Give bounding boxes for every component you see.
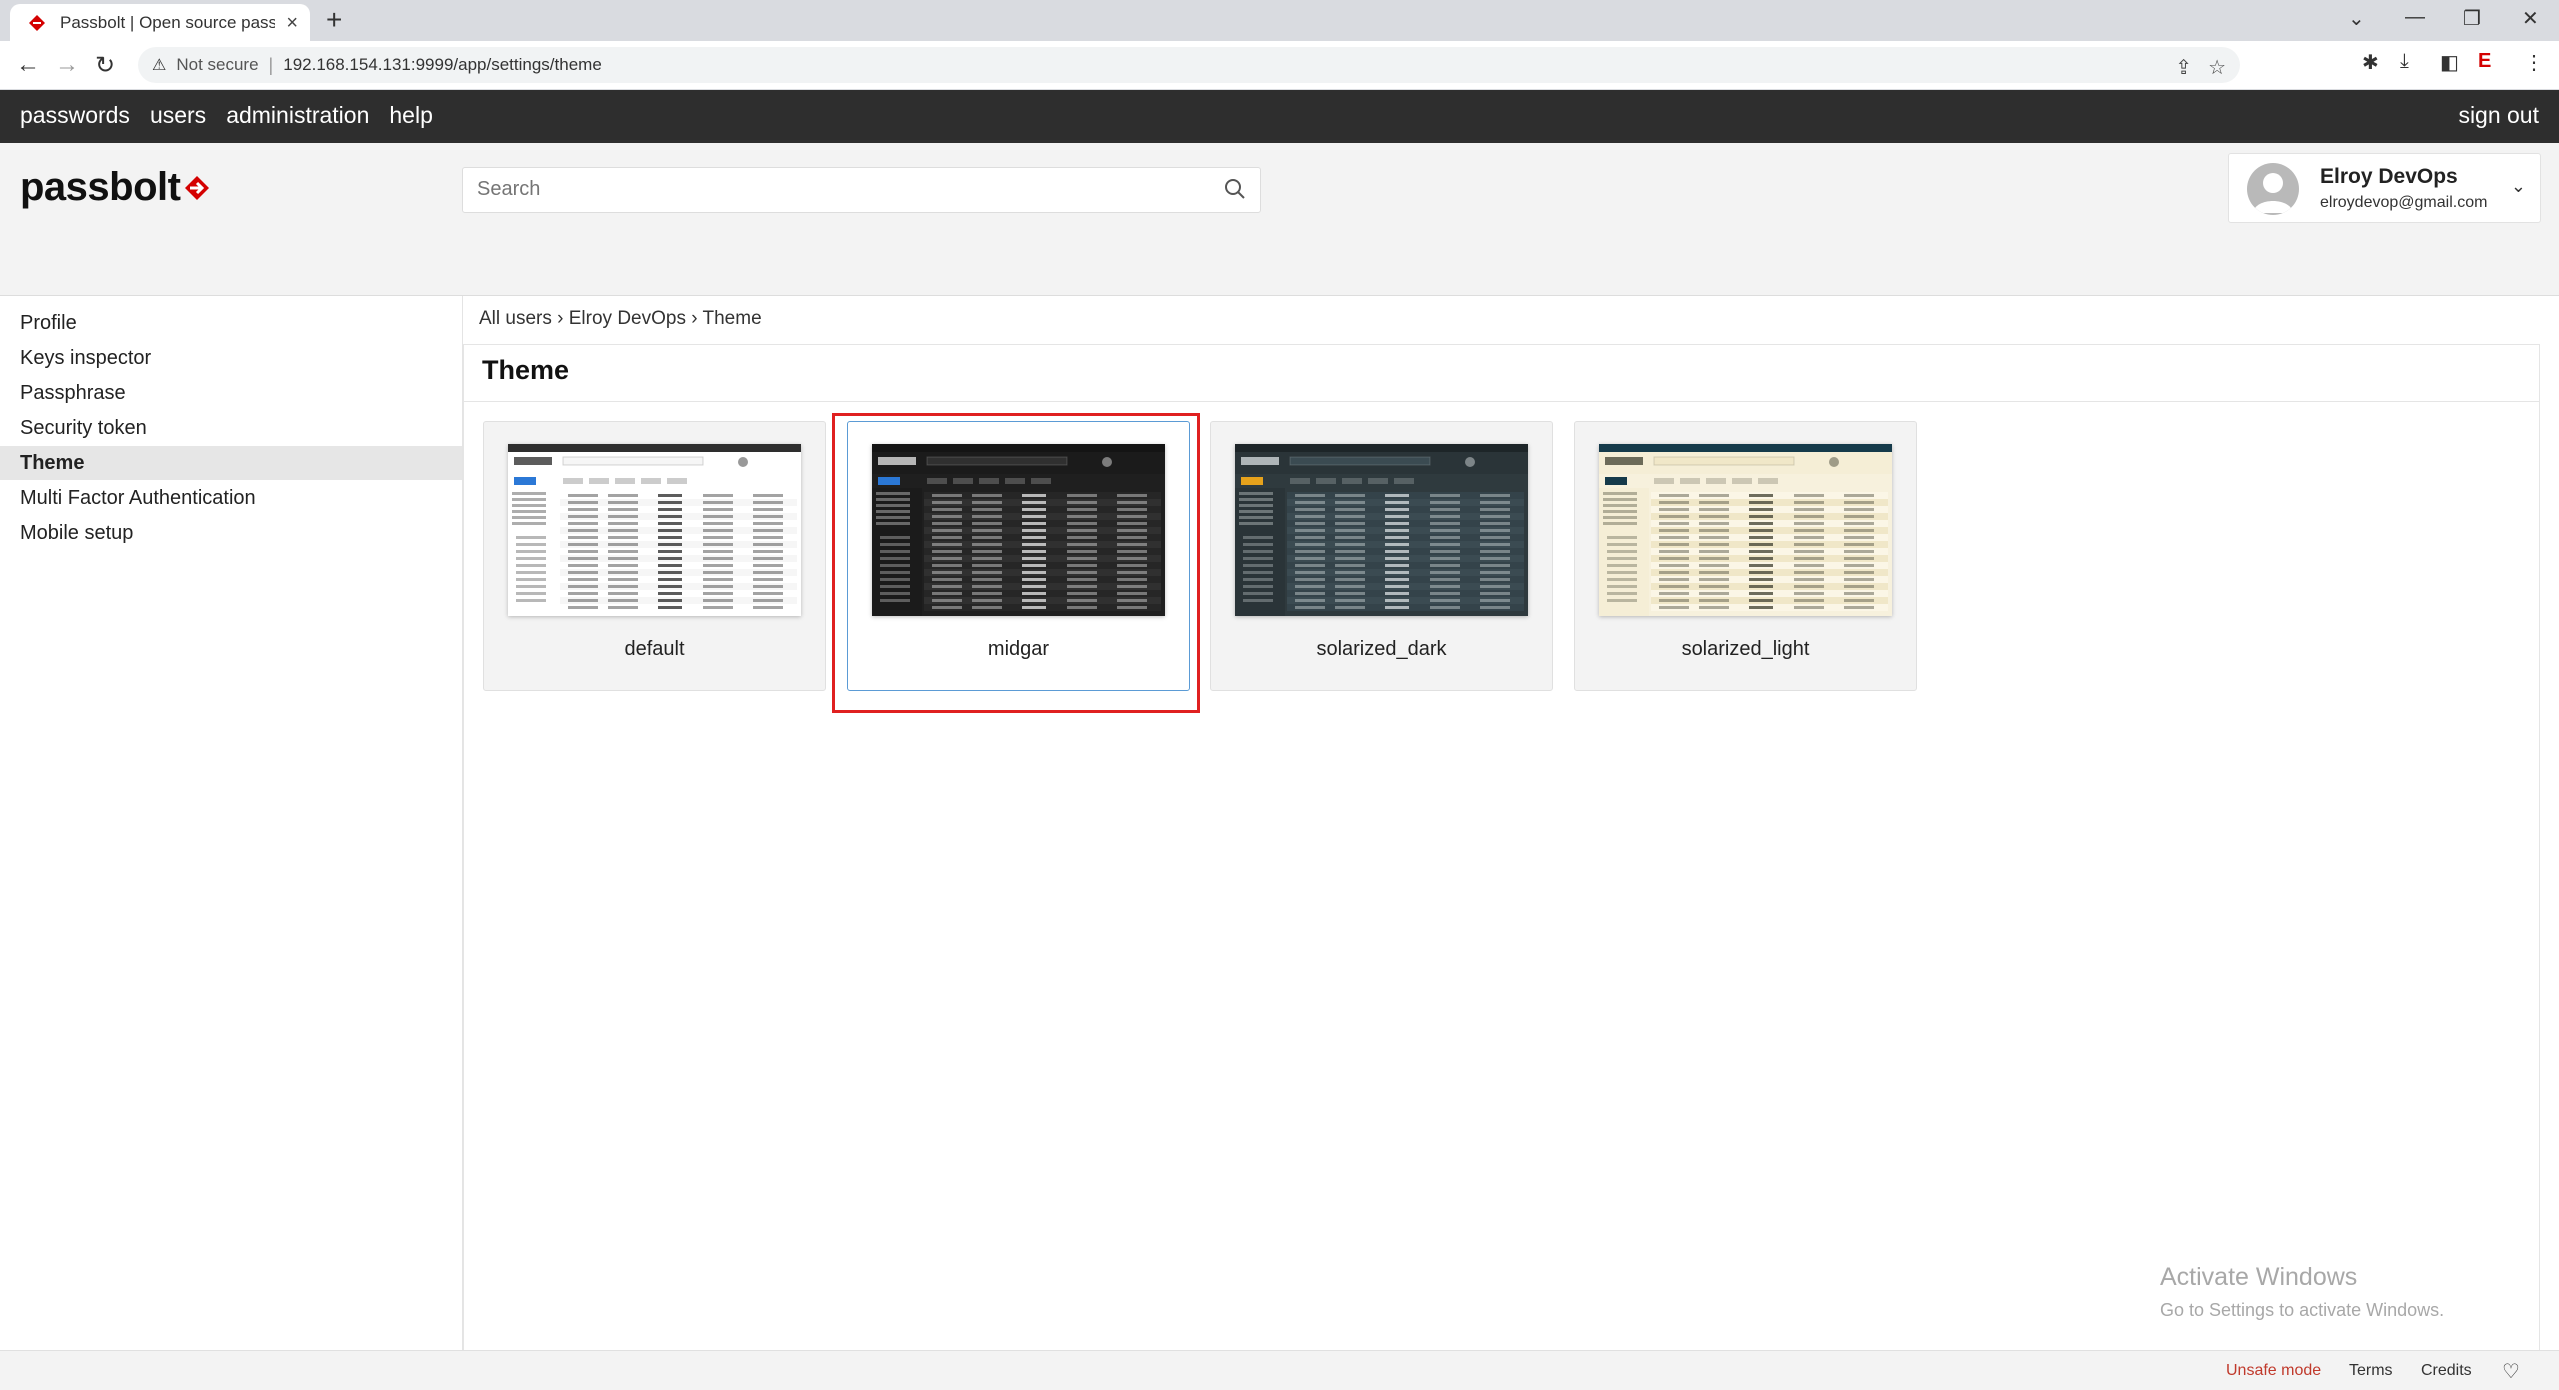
sidebar-item-theme[interactable]: Theme <box>0 446 462 480</box>
sidebar-item-keys-inspector[interactable]: Keys inspector <box>0 341 462 375</box>
logo-text: passbolt <box>20 165 181 209</box>
back-icon[interactable]: ← <box>16 51 40 79</box>
tab-close-icon[interactable]: × <box>286 12 298 35</box>
app-footer: Unsafe mode Terms Credits ♡ <box>0 1350 2559 1390</box>
warning-icon[interactable]: ⚠ <box>152 55 166 75</box>
theme-name: solarized_dark <box>1316 638 1447 660</box>
forward-icon[interactable]: → <box>55 51 79 79</box>
page-title: Theme <box>482 355 570 385</box>
minimize-icon[interactable]: — <box>2405 6 2425 29</box>
search-input[interactable] <box>475 168 1179 210</box>
breadcrumb-theme[interactable]: Theme <box>703 308 762 329</box>
search-icon[interactable] <box>1224 178 1246 205</box>
divider <box>464 401 2539 402</box>
sidebar-item-mobile-setup[interactable]: Mobile setup <box>0 516 462 550</box>
main-content: All users › Elroy DevOps › Theme Theme d… <box>462 296 2559 1351</box>
download-icon[interactable]: ⤓ <box>2400 50 2409 73</box>
new-tab-icon[interactable]: + <box>326 4 342 36</box>
theme-panel: Theme default midgar solarized_dark sola… <box>463 344 2540 1351</box>
theme-preview-image <box>1599 444 1892 616</box>
url-text[interactable]: 192.168.154.131:9999/app/settings/theme <box>283 55 602 75</box>
user-name: Elroy DevOps <box>2320 165 2458 188</box>
user-badge[interactable]: Elroy DevOps elroydevop@gmail.com ⌄ <box>2228 153 2541 223</box>
nav-users[interactable]: users <box>150 102 206 129</box>
theme-card-solarized-light[interactable]: solarized_light <box>1574 421 1917 691</box>
sidebar-item-passphrase[interactable]: Passphrase <box>0 376 462 410</box>
restore-icon[interactable]: ❐ <box>2463 6 2481 31</box>
theme-name: solarized_light <box>1681 638 1810 660</box>
tab-title: Passbolt | Open source passwo <box>60 12 275 32</box>
app-navigation: passwords users administration help sign… <box>0 90 2559 143</box>
breadcrumb-separator: › <box>557 308 564 329</box>
address-bar[interactable]: ⚠ Not secure | 192.168.154.131:9999/app/… <box>138 47 2240 83</box>
settings-sidebar: Profile Keys inspector Passphrase Securi… <box>0 296 462 1350</box>
passbolt-logo[interactable]: passbolt <box>20 165 212 210</box>
browser-tab[interactable]: Passbolt | Open source passwo × <box>10 4 310 41</box>
bookmark-star-icon[interactable]: ☆ <box>2208 55 2226 80</box>
sidebar-item-security-token[interactable]: Security token <box>0 411 462 445</box>
side-panel-icon[interactable]: ◧ <box>2440 50 2459 75</box>
app-header: passbolt Elroy DevOps elroydevop@gmail.c… <box>0 143 2559 296</box>
extensions-icon[interactable]: ✱ <box>2362 50 2379 75</box>
unsafe-mode-link[interactable]: Unsafe mode <box>2226 1362 2321 1380</box>
breadcrumb-user[interactable]: Elroy DevOps <box>569 308 686 329</box>
credits-link[interactable]: Credits <box>2421 1362 2472 1380</box>
browser-menu-icon[interactable]: ⋮ <box>2524 50 2544 75</box>
sidebar-item-profile[interactable]: Profile <box>0 306 462 340</box>
terms-link[interactable]: Terms <box>2349 1362 2393 1380</box>
sign-out-link[interactable]: sign out <box>2458 102 2539 129</box>
heart-icon[interactable]: ♡ <box>2502 1359 2520 1384</box>
theme-card-default[interactable]: default <box>483 421 826 691</box>
selection-highlight-box <box>832 413 1200 713</box>
search-box <box>462 167 1261 213</box>
share-icon[interactable]: ⇪ <box>2175 55 2192 80</box>
theme-preview-image <box>508 444 801 616</box>
sidebar-item-mfa[interactable]: Multi Factor Authentication <box>0 481 462 515</box>
security-label[interactable]: Not secure <box>176 55 258 75</box>
passbolt-favicon-icon <box>26 12 48 34</box>
breadcrumb-all-users[interactable]: All users <box>479 308 552 329</box>
nav-passwords[interactable]: passwords <box>20 102 130 129</box>
avatar <box>2247 163 2299 215</box>
tab-search-icon[interactable]: ⌄ <box>2348 6 2365 31</box>
browser-tabstrip: Passbolt | Open source passwo × + ⌄ — ❐ … <box>0 0 2559 41</box>
breadcrumb: All users › Elroy DevOps › Theme <box>479 308 762 330</box>
nav-help[interactable]: help <box>389 102 432 129</box>
profile-extension-icon[interactable]: E <box>2478 50 2491 73</box>
reload-icon[interactable]: ↻ <box>95 51 115 80</box>
theme-preview-image <box>1235 444 1528 616</box>
nav-administration[interactable]: administration <box>226 102 369 129</box>
activate-windows-subtitle: Go to Settings to activate Windows. <box>2160 1300 2445 1320</box>
activate-windows-title: Activate Windows <box>2160 1263 2358 1291</box>
breadcrumb-separator: › <box>691 308 698 329</box>
theme-name: default <box>624 638 685 660</box>
logo-arrow-icon <box>185 175 210 200</box>
theme-card-solarized-dark[interactable]: solarized_dark <box>1210 421 1553 691</box>
chevron-down-icon[interactable]: ⌄ <box>2511 176 2526 197</box>
browser-toolbar: ← → ↻ ⚠ Not secure | 192.168.154.131:999… <box>0 41 2559 90</box>
window-close-icon[interactable]: ✕ <box>2522 6 2539 31</box>
user-email: elroydevop@gmail.com <box>2320 194 2488 211</box>
address-separator: | <box>268 54 274 75</box>
